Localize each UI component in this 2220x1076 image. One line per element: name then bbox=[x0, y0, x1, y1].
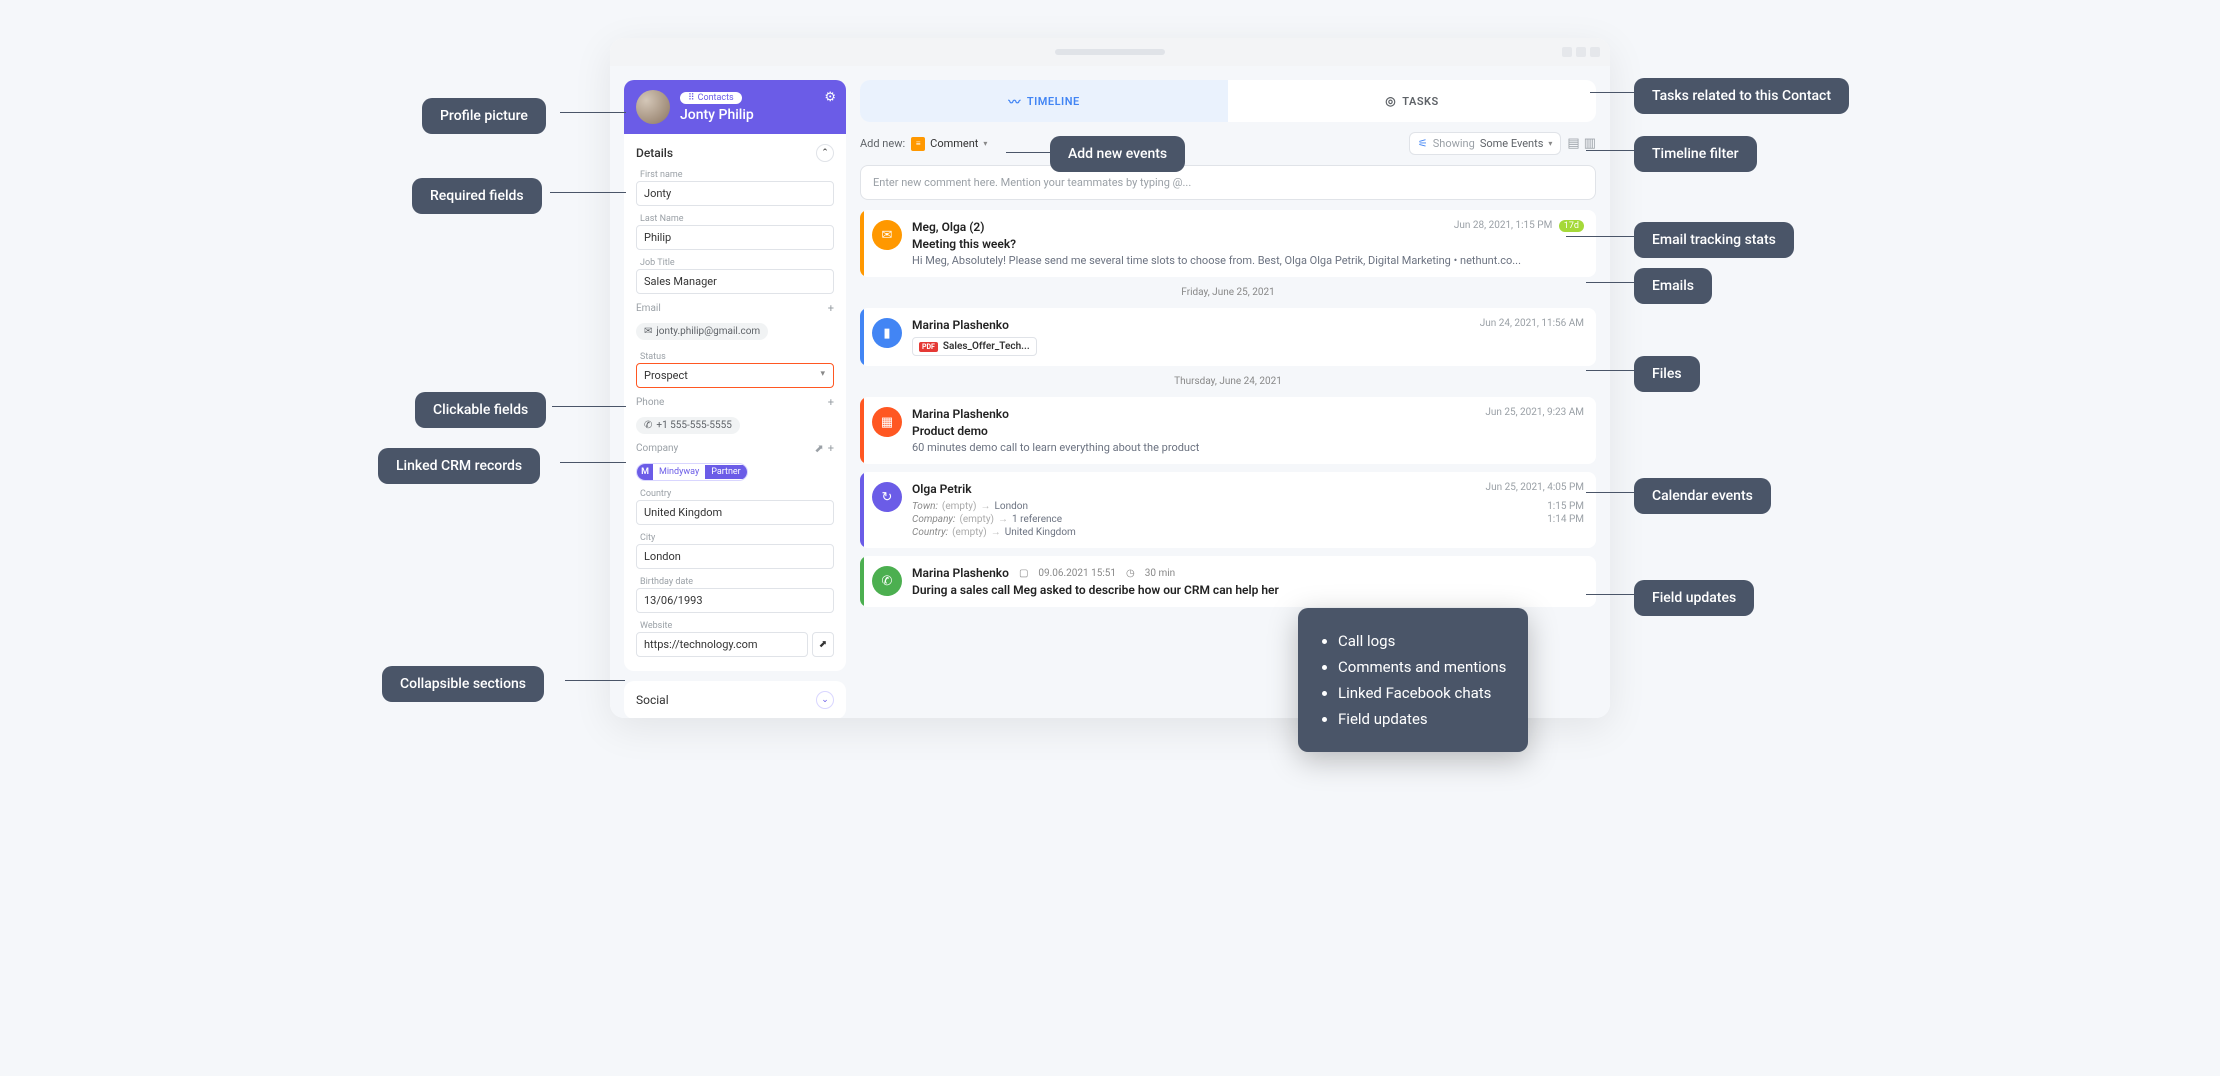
filter-icon: ⚟ bbox=[1418, 137, 1428, 150]
tab-tasks[interactable]: ◎ TASKS bbox=[1228, 80, 1596, 122]
first-name-label: First name bbox=[640, 170, 834, 180]
view-list-icon[interactable]: ▤ bbox=[1567, 136, 1579, 151]
add-company-icon[interactable]: + bbox=[828, 442, 834, 455]
date-icon: ▢ bbox=[1019, 568, 1028, 579]
contact-name: Jonty Philip bbox=[680, 107, 754, 123]
timeline-types-popover: Call logs Comments and mentions Linked F… bbox=[1298, 608, 1528, 752]
timeline-filter[interactable]: ⚟ Showing Some Events ▾ bbox=[1409, 132, 1562, 155]
status-label: Status bbox=[640, 352, 834, 362]
open-website-icon[interactable]: ⬈ bbox=[812, 632, 834, 657]
add-phone-icon[interactable]: + bbox=[828, 396, 834, 409]
tracking-badge: 17d bbox=[1559, 220, 1584, 232]
details-header[interactable]: Details ⌃ bbox=[636, 144, 834, 162]
timeline-file-item[interactable]: ▮ Marina Plashenko Jun 24, 2021, 11:56 A… bbox=[860, 308, 1596, 366]
mail-icon: ✉ bbox=[644, 326, 652, 337]
timeline-calendar-item[interactable]: ▦ Marina Plashenko Jun 25, 2021, 9:23 AM… bbox=[860, 397, 1596, 464]
gear-icon[interactable]: ⚙ bbox=[824, 90, 836, 105]
job-title-input[interactable]: Sales Manager bbox=[636, 269, 834, 294]
chevron-down-icon[interactable]: ⌄ bbox=[816, 691, 834, 709]
country-label: Country bbox=[640, 489, 834, 499]
mail-icon: ✉ bbox=[872, 220, 902, 250]
clock-icon: ◷ bbox=[1126, 568, 1135, 579]
city-label: City bbox=[640, 533, 834, 543]
timeline-update-item[interactable]: ↻ Olga Petrik Jun 25, 2021, 4:05 PM Town… bbox=[860, 472, 1596, 548]
date-separator: Friday, June 25, 2021 bbox=[860, 285, 1596, 300]
last-name-input[interactable]: Philip bbox=[636, 225, 834, 250]
phone-chip[interactable]: ✆ +1 555-555-5555 bbox=[636, 417, 740, 434]
date-separator: Thursday, June 24, 2021 bbox=[860, 374, 1596, 389]
status-select[interactable]: Prospect bbox=[636, 363, 834, 388]
callout-clickable-fields: Clickable fields bbox=[415, 392, 546, 428]
avatar[interactable] bbox=[636, 90, 670, 124]
callout-calendar-events: Calendar events bbox=[1634, 478, 1771, 514]
company-chip[interactable]: M Mindyway Partner bbox=[636, 463, 748, 481]
website-label: Website bbox=[640, 621, 834, 631]
job-title-label: Job Title bbox=[640, 258, 834, 268]
chevron-up-icon[interactable]: ⌃ bbox=[816, 144, 834, 162]
birthday-label: Birthday date bbox=[640, 577, 834, 587]
phone-icon: ✆ bbox=[644, 420, 652, 431]
callout-tasks-related: Tasks related to this Contact bbox=[1634, 78, 1849, 114]
file-chip[interactable]: PDF Sales_Offer_Tech... bbox=[912, 337, 1037, 356]
details-section: Details ⌃ First name Jonty Last Name Phi… bbox=[624, 134, 846, 671]
timeline-icon: 〰 bbox=[1008, 93, 1021, 110]
open-icon[interactable]: ⬈ bbox=[815, 442, 824, 455]
history-icon: ↻ bbox=[872, 482, 902, 512]
timeline-call-item[interactable]: ✆ Marina Plashenko ▢ 09.06.2021 15:51 ◷ bbox=[860, 556, 1596, 607]
tasks-icon: ◎ bbox=[1385, 94, 1396, 108]
callout-add-new-events: Add new events bbox=[1050, 136, 1185, 172]
comment-input[interactable]: Enter new comment here. Mention your tea… bbox=[860, 165, 1596, 200]
callout-linked-crm: Linked CRM records bbox=[378, 448, 540, 484]
callout-required-fields: Required fields bbox=[412, 178, 542, 214]
tab-timeline[interactable]: 〰 TIMELINE bbox=[860, 80, 1228, 122]
folder-chip[interactable]: ⠿ Contacts bbox=[680, 92, 742, 104]
people-icon: ⠿ bbox=[688, 93, 695, 103]
callout-field-updates: Field updates bbox=[1634, 580, 1754, 616]
callout-emails: Emails bbox=[1634, 268, 1712, 304]
field-change-row: Country: (empty) → United Kingdom bbox=[912, 527, 1584, 538]
callout-timeline-filter: Timeline filter bbox=[1634, 136, 1757, 172]
chevron-down-icon: ▾ bbox=[1548, 139, 1552, 148]
chevron-down-icon: ▾ bbox=[983, 139, 987, 148]
add-new-label: Add new: bbox=[860, 137, 905, 150]
timeline-list: ✉ Meg, Olga (2) Jun 28, 2021, 1:15 PM 17… bbox=[860, 210, 1596, 607]
phone-icon: ✆ bbox=[872, 566, 902, 596]
timeline-toolbar: Add new: ≡ Comment ▾ ⚟ Showing Some Even… bbox=[860, 132, 1596, 155]
last-name-label: Last Name bbox=[640, 214, 834, 224]
timeline-email-item[interactable]: ✉ Meg, Olga (2) Jun 28, 2021, 1:15 PM 17… bbox=[860, 210, 1596, 277]
field-change-row: Town: (empty) → London 1:15 PM bbox=[912, 501, 1584, 512]
window-titlebar bbox=[610, 38, 1610, 66]
tabs: 〰 TIMELINE ◎ TASKS bbox=[860, 80, 1596, 122]
pdf-icon: PDF bbox=[919, 342, 938, 352]
callout-tracking-stats: Email tracking stats bbox=[1634, 222, 1794, 258]
field-change-row: Company: (empty) → 1 reference 1:14 PM bbox=[912, 514, 1584, 525]
email-chip[interactable]: ✉ jonty.philip@gmail.com bbox=[636, 323, 768, 340]
first-name-input[interactable]: Jonty bbox=[636, 181, 834, 206]
social-section-header[interactable]: Social ⌄ bbox=[624, 681, 846, 718]
birthday-input[interactable]: 13/06/1993 bbox=[636, 588, 834, 613]
phone-label: Phone bbox=[636, 397, 664, 408]
file-icon: ▮ bbox=[872, 318, 902, 348]
email-label: Email bbox=[636, 303, 661, 314]
company-initial: M bbox=[637, 464, 653, 480]
contact-header: ⠿ Contacts Jonty Philip ⚙ bbox=[624, 80, 846, 134]
callout-files: Files bbox=[1634, 356, 1700, 392]
comment-icon: ≡ bbox=[911, 137, 925, 151]
company-label: Company bbox=[636, 443, 678, 454]
website-input[interactable]: https://technology.com bbox=[636, 632, 808, 657]
country-input[interactable]: United Kingdom bbox=[636, 500, 834, 525]
callout-profile-picture: Profile picture bbox=[422, 98, 546, 134]
add-email-icon[interactable]: + bbox=[828, 302, 834, 315]
contact-sidebar: ⠿ Contacts Jonty Philip ⚙ Details ⌃ Firs… bbox=[624, 80, 846, 704]
view-compact-icon[interactable]: ▥ bbox=[1584, 136, 1596, 151]
city-input[interactable]: London bbox=[636, 544, 834, 569]
callout-collapsible: Collapsible sections bbox=[382, 666, 544, 702]
add-comment-button[interactable]: ≡ Comment ▾ bbox=[911, 137, 987, 151]
calendar-icon: ▦ bbox=[872, 407, 902, 437]
